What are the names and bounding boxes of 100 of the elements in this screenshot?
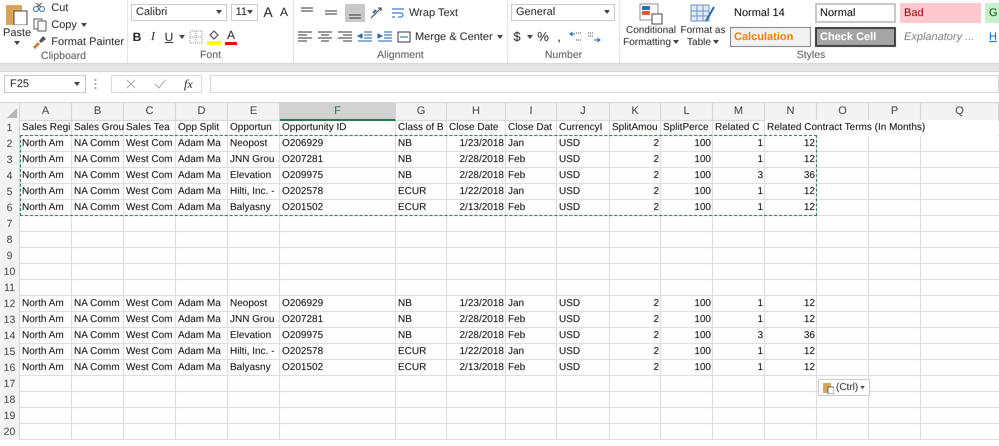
percent-button[interactable]: % (537, 28, 549, 46)
column-header[interactable]: E (228, 103, 280, 121)
table-cell-text: West Com (125, 297, 174, 311)
table-cell-text: Elevation (229, 329, 272, 343)
increase-decimal-icon[interactable] (569, 30, 583, 42)
fill-color-icon[interactable] (207, 28, 221, 45)
column-header[interactable]: P (869, 103, 921, 121)
checkmark-icon[interactable] (154, 79, 166, 89)
row-header[interactable]: 4 (0, 168, 20, 184)
row-header[interactable]: 8 (0, 232, 20, 248)
cell-style-option[interactable]: Explanatory ... (900, 26, 981, 46)
decrease-indent-icon[interactable] (357, 31, 373, 44)
table-cell-text: CurrencyI (558, 121, 604, 135)
row-header[interactable]: 9 (0, 248, 20, 264)
table-cell-text: Jan (507, 297, 526, 311)
column-header[interactable]: F (280, 103, 396, 121)
column-header[interactable]: L (661, 103, 713, 121)
row-header[interactable]: 11 (0, 280, 20, 296)
cell-style-option[interactable]: H (985, 26, 999, 46)
currency-button[interactable]: $ (511, 28, 523, 46)
row-header[interactable]: 2 (0, 136, 20, 152)
table-cell-text: North Am (21, 169, 65, 183)
table-cell-text: Related C (714, 121, 760, 135)
align-left-icon[interactable] (297, 31, 313, 44)
name-box[interactable]: F25 (4, 75, 86, 93)
caret-icon (860, 386, 866, 389)
formula-input[interactable] (210, 75, 999, 93)
number-format-dropdown[interactable]: General (511, 4, 615, 20)
table-cell-text: Hilti, Inc. - (229, 185, 276, 199)
row-header[interactable]: 13 (0, 312, 20, 328)
column-header[interactable]: D (176, 103, 228, 121)
row-header[interactable]: 15 (0, 344, 20, 360)
shrink-font-button[interactable]: A (278, 3, 290, 22)
column-header[interactable]: O (817, 103, 869, 121)
table-cell-text: 2/28/2018 (458, 153, 505, 167)
cell-style-option[interactable]: Bad (900, 2, 981, 22)
increase-indent-icon[interactable] (377, 31, 393, 44)
row-header[interactable]: 14 (0, 328, 20, 344)
column-header[interactable]: Q (921, 103, 999, 121)
italic-button[interactable]: I (147, 28, 159, 46)
table-cell-text: ECUR (397, 185, 428, 199)
caret-icon (604, 10, 610, 14)
row-header[interactable]: 7 (0, 216, 20, 232)
drag-handle-icon[interactable] (94, 78, 97, 90)
table-cell-text: NB (397, 297, 413, 311)
table-cell-text: NB (397, 137, 413, 151)
align-right-icon[interactable] (337, 31, 353, 44)
font-color-button[interactable]: A (225, 28, 238, 45)
row-header[interactable]: 20 (0, 424, 20, 440)
decrease-decimal-icon[interactable] (587, 30, 601, 42)
column-header[interactable]: B (72, 103, 124, 121)
table-cell-text: O207281 (281, 153, 324, 167)
paste-options-button[interactable]: (Ctrl) (818, 379, 870, 396)
format-painter-button[interactable]: Format Painter (33, 34, 124, 50)
row-header[interactable]: 5 (0, 184, 20, 200)
row-header[interactable]: 1 (0, 120, 20, 136)
caret-icon (527, 34, 533, 38)
copy-button[interactable]: Copy (33, 17, 124, 33)
row-header[interactable]: 19 (0, 408, 20, 424)
caret-icon (74, 82, 80, 86)
cut-button[interactable]: Cut (33, 0, 124, 16)
column-header[interactable]: N (765, 103, 817, 121)
format-as-table-button[interactable]: Format as Table (679, 2, 727, 48)
comma-style-button[interactable]: , (553, 28, 565, 46)
column-header[interactable]: H (447, 103, 506, 121)
align-center-icon[interactable] (317, 31, 333, 44)
font-name-dropdown[interactable]: Calibri (131, 4, 227, 21)
cell-style-option[interactable]: Normal (815, 2, 896, 22)
table-cell-text: West Com (125, 361, 174, 375)
table-cell-text: 100 (693, 137, 712, 151)
underline-button[interactable]: U (163, 28, 175, 46)
column-header[interactable]: C (124, 103, 176, 121)
row-header[interactable]: 3 (0, 152, 20, 168)
column-header[interactable]: A (20, 103, 72, 121)
paste-button[interactable]: Paste (3, 5, 32, 45)
table-cell-text: NA Comm (73, 313, 121, 327)
row-header[interactable]: 10 (0, 264, 20, 280)
grow-font-button[interactable]: A (262, 3, 274, 22)
wrap-text-button[interactable]: Wrap Text (391, 4, 458, 21)
merge-center-button[interactable]: Merge & Center (397, 29, 503, 46)
row-header[interactable]: 12 (0, 296, 20, 312)
table-cell-text: Feb (507, 313, 526, 327)
table-cell-text: 100 (693, 329, 712, 343)
insert-function-button[interactable]: fx (184, 76, 193, 92)
row-header[interactable]: 16 (0, 360, 20, 376)
font-size-dropdown[interactable]: 11 (230, 4, 258, 21)
column-header[interactable]: I (506, 103, 557, 121)
table-cell-text: North Am (21, 153, 65, 167)
conditional-formatting-button[interactable]: Conditional Formatting (623, 2, 679, 48)
table-cell-text: Adam Ma (177, 361, 222, 375)
column-header[interactable]: M (713, 103, 765, 121)
bottom-align-icon[interactable] (345, 4, 365, 22)
row-header[interactable]: 18 (0, 392, 20, 408)
bold-button[interactable]: B (131, 28, 143, 46)
row-header[interactable]: 6 (0, 200, 20, 216)
column-header[interactable]: G (396, 103, 447, 121)
row-header[interactable]: 17 (0, 376, 20, 392)
cell-style-option[interactable]: G (985, 2, 999, 22)
column-header[interactable]: J (557, 103, 610, 121)
column-header[interactable]: K (610, 103, 661, 121)
